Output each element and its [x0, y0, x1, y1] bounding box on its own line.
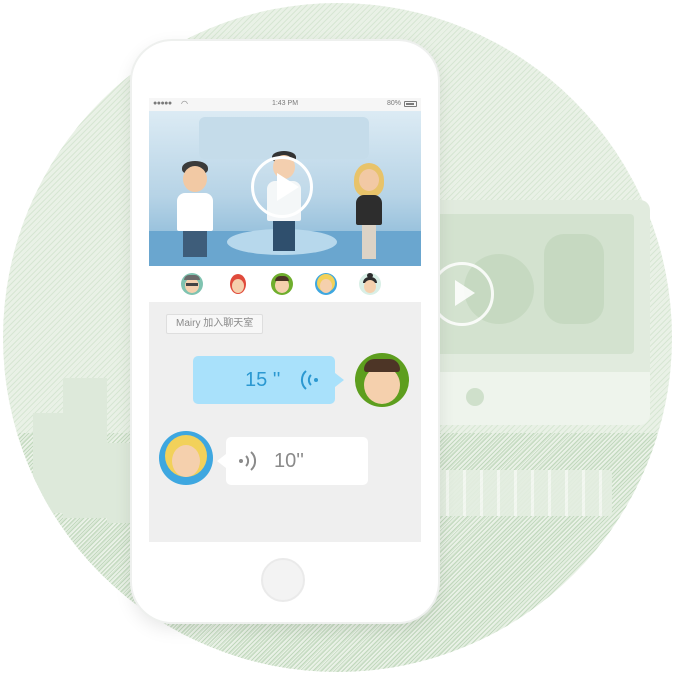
avatar-blonde-girl-icon[interactable]: [315, 273, 337, 295]
building-shape: [107, 443, 135, 523]
battery-icon: [404, 101, 417, 107]
voice-wave-icon: [300, 370, 318, 390]
video-player[interactable]: [149, 111, 421, 266]
status-bar: ●●●●● ◠ 1:43 PM 80%: [149, 98, 421, 111]
avatar-bun-girl-icon[interactable]: [359, 273, 381, 295]
avatar-glasses-man-icon[interactable]: [181, 273, 203, 295]
background-keyboard: [432, 470, 612, 516]
monitor-power-dot: [466, 388, 484, 406]
building-shape: [33, 413, 63, 513]
chat-avatar-incoming[interactable]: [159, 431, 213, 485]
chat-avatar-outgoing[interactable]: [355, 353, 409, 407]
voice-duration: 10'': [274, 450, 304, 472]
illustration-scene: ●●●●● ◠ 1:43 PM 80% Mairy 加入聊天室 15 '' 10…: [0, 0, 675, 675]
status-time: 1:43 PM: [271, 100, 299, 107]
home-button[interactable]: [261, 558, 305, 602]
voice-message-incoming[interactable]: 10'': [217, 437, 368, 485]
monitor-chin: [418, 372, 650, 425]
battery-percent: 80%: [386, 100, 401, 107]
play-button[interactable]: [251, 156, 313, 218]
join-notice: Mairy 加入聊天室: [166, 314, 264, 334]
phone-frame: ●●●●● ◠ 1:43 PM 80% Mairy 加入聊天室 15 '' 10…: [132, 41, 438, 622]
building-shape: [63, 378, 107, 518]
participant-avatar-bar: [149, 266, 421, 302]
avatar-red-hair-icon[interactable]: [227, 273, 249, 295]
voice-duration: 15 '': [245, 369, 281, 391]
voice-wave-icon: [239, 451, 257, 471]
voice-message-outgoing[interactable]: 15 '': [193, 356, 344, 404]
play-icon: [277, 173, 299, 201]
phone-screen: ●●●●● ◠ 1:43 PM 80% Mairy 加入聊天室 15 '' 10…: [149, 98, 421, 542]
monitor-play-icon: [430, 262, 494, 326]
avatar-green-bg-man-icon[interactable]: [271, 273, 293, 295]
